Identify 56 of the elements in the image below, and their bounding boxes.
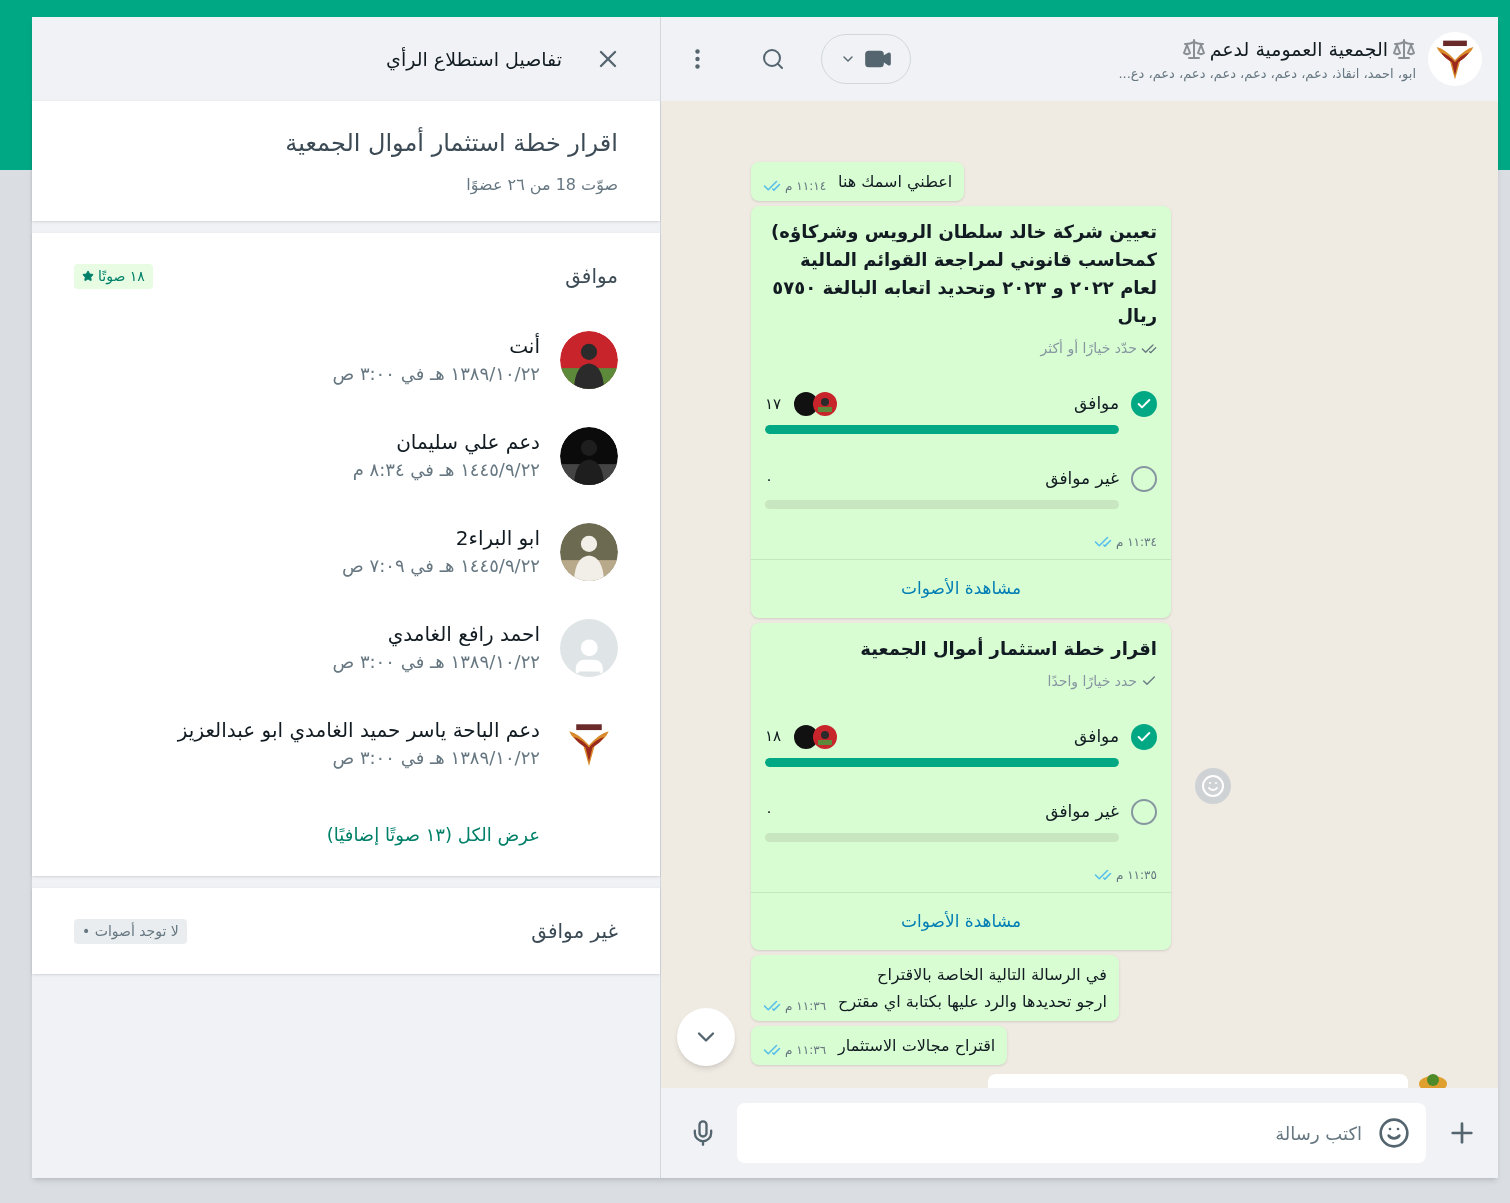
chat-title: الجمعية العمومية لدعم (1209, 37, 1388, 63)
search-icon (761, 47, 785, 71)
voter-name: دعم علي سليمان (395, 429, 540, 456)
poll-question: تعيين شركة خالد سلطان الرويس وشركاؤه) كمحاسب قانوني لمراجعة القوائم المالية لعام ٢٠٢٢ و ٢٠٢٣ وتحديد اتعابه البالغة ٥٧٥٠ ريال (770, 220, 1157, 328)
chat-members: ابو، احمد، انقاذ، دعم، دعم، دعم، دعم، دعم، دعم، دع... (1117, 64, 1416, 83)
voter-name: أنت (508, 332, 540, 360)
poll-question: اقرار خطة استثمار أموال الجمعية (284, 126, 618, 159)
message-time: ١١:١٤ م (785, 178, 827, 195)
message-text: اقتراح مجالات الاستثمار (838, 1035, 996, 1058)
message-text: في الرسالة التالية الخاصة بالاقتراح (876, 964, 1107, 987)
emoji-icon (1378, 1117, 1410, 1149)
vote-count: ٠ (765, 801, 774, 823)
video-call-button[interactable] (821, 34, 911, 84)
view-votes-button[interactable]: مشاهدة الأصوات (901, 908, 1021, 934)
menu-icon (694, 49, 700, 69)
vote-time: ١٤٤٥/٩/٢٢ هـ في ٧:٠٩ ص (342, 554, 540, 579)
radio-button[interactable] (1131, 798, 1157, 825)
message-time: ١١:٣٦ م (785, 998, 827, 1015)
poll-option-label: موافق (1073, 392, 1119, 416)
message-field[interactable]: اكتب رسالة (737, 1103, 1426, 1163)
vote-summary: صوّت 18 من ٢٦ عضوًا (465, 174, 618, 197)
vote-badge: ١٨ صوتًا (74, 263, 153, 289)
option-label: موافق (565, 263, 618, 290)
voter-name: دعم الباحة ياسر حميد الغامدي ابو عبدالعزيز (177, 717, 540, 744)
checked-radio[interactable] (1131, 391, 1157, 417)
smiley-icon (1201, 774, 1225, 799)
star-icon (82, 270, 94, 282)
message-time: ١١:٣٤ م (1115, 534, 1157, 551)
radio-button[interactable] (1131, 466, 1157, 492)
voter-name: احمد رافع الغامدي (386, 621, 540, 648)
poll-question: اقرار خطة استثمار أموال الجمعية (859, 636, 1157, 662)
vote-time: ١٣٨٩/١٠/٢٢ هـ في ٣:٠٠ ص (332, 362, 540, 387)
vote-badge: لا توجد أصوات • (74, 918, 187, 944)
message-text: اعطني اسمك هنا (838, 171, 953, 194)
poll-hint: حدّد خيارًا أو أكثر (1040, 338, 1137, 359)
vote-count: ٠ (765, 468, 774, 490)
poll-option-label: موافق (1073, 724, 1119, 748)
poll-option-label: غير موافق (1044, 799, 1119, 823)
message-text: ارجو تحديدها والرد عليها بكتابة اي مقترح (838, 991, 1107, 1014)
vote-count: ١٧ (765, 393, 782, 415)
scale-icon (1181, 37, 1206, 62)
vote-time: ١٣٨٩/١٠/٢٢ هـ في ٣:٠٠ ص (332, 650, 540, 675)
vote-time: ١٣٨٩/١٠/٢٢ هـ في ٣:٠٠ ص (331, 746, 540, 771)
poll-hint: حدد خيارًا واحدًا (1047, 671, 1137, 692)
scale-icon (1392, 37, 1416, 62)
voter-name: ابو البراء2 (454, 525, 540, 552)
poll-option-label: غير موافق (1044, 467, 1119, 491)
view-votes-button[interactable]: مشاهدة الأصوات (901, 576, 1021, 602)
checked-radio[interactable] (1131, 723, 1157, 750)
panel-title: تفاصيل استطلاع الرأي (386, 46, 562, 73)
view-all-link[interactable]: عرض الكل (١٣ صوتًا إضافيًا) (326, 821, 540, 848)
message-time: ١١:٣٦ م (785, 1042, 827, 1059)
option-label: غير موافق (531, 918, 618, 945)
message-time: ١١:٣٥ م (1115, 866, 1157, 884)
vote-count: ١٨ (765, 726, 782, 748)
vote-time: ١٤٤٥/٩/٢٢ هـ في ٨:٣٤ م (352, 458, 540, 483)
